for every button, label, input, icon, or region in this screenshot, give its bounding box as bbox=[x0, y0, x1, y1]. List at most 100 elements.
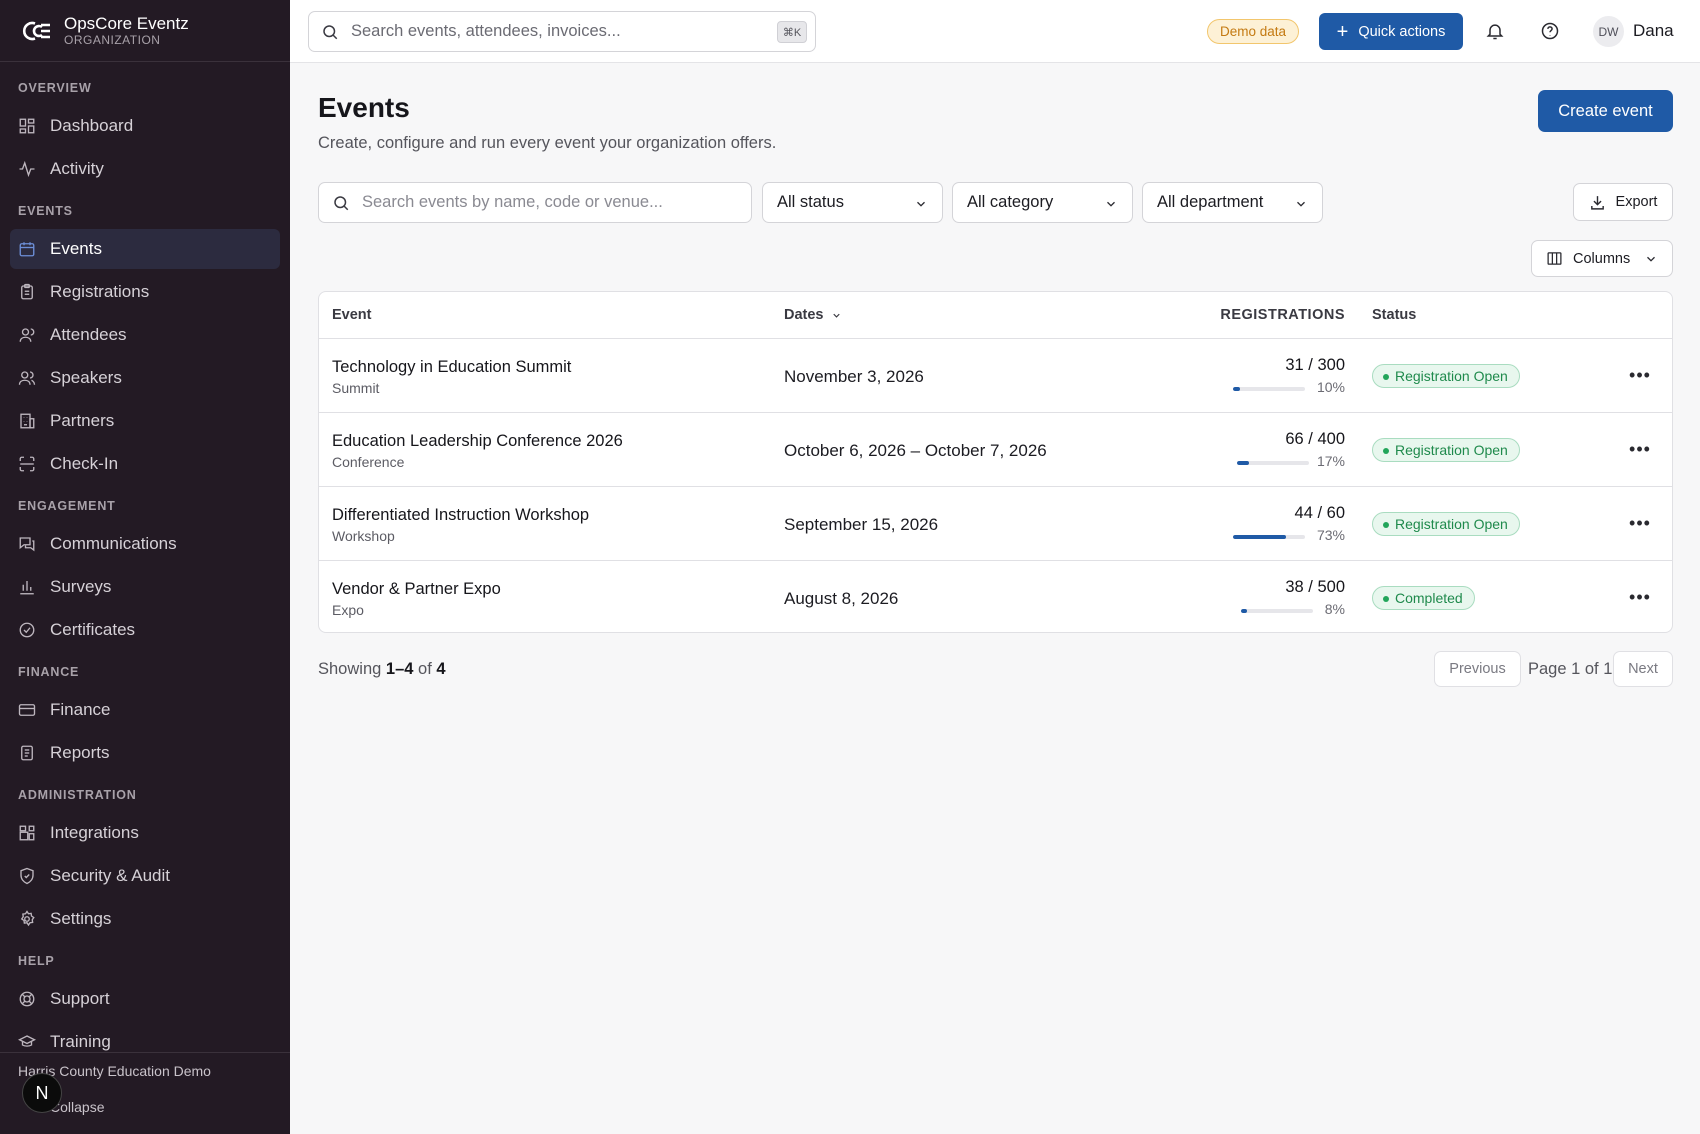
registration-count: 31 / 300 bbox=[1285, 356, 1345, 374]
sidebar-item-dashboard[interactable]: Dashboard bbox=[10, 106, 280, 146]
previous-button[interactable]: Previous bbox=[1434, 651, 1521, 687]
bar-chart-icon bbox=[20, 581, 34, 595]
columns-button[interactable]: Columns bbox=[1531, 240, 1673, 277]
help-icon[interactable] bbox=[1540, 21, 1560, 41]
sidebar-item-label: Finance bbox=[50, 700, 111, 719]
sidebar-item-support[interactable]: Support bbox=[10, 979, 280, 1019]
demo-data-badge: Demo data bbox=[1207, 19, 1300, 44]
quick-actions-button[interactable]: + Quick actions bbox=[1319, 13, 1463, 50]
graduation-cap-icon bbox=[18, 1035, 36, 1047]
columns-label: Columns bbox=[1573, 250, 1631, 267]
report-icon bbox=[21, 745, 33, 761]
department-select[interactable]: All department bbox=[1142, 182, 1323, 223]
credit-card-icon bbox=[18, 704, 36, 716]
sidebar-item-label: Support bbox=[50, 989, 110, 1008]
event-category: Summit bbox=[332, 380, 380, 396]
sidebar-item-speakers[interactable]: Speakers bbox=[10, 358, 280, 398]
event-name[interactable]: Differentiated Instruction Workshop bbox=[332, 506, 589, 525]
category-select[interactable]: All category bbox=[952, 182, 1133, 223]
sidebar-item-surveys[interactable]: Surveys bbox=[10, 567, 280, 607]
event-search[interactable] bbox=[318, 182, 752, 223]
table-row[interactable]: Differentiated Instruction Workshop Work… bbox=[319, 487, 1672, 561]
column-header-dates-label: Dates bbox=[784, 307, 824, 323]
table-header: Event Dates REGISTRATIONS Status bbox=[319, 292, 1672, 339]
topbar: ⌘K Demo data + Quick actions DW Dana bbox=[290, 0, 1700, 63]
scan-icon bbox=[19, 456, 35, 472]
table-row[interactable]: Education Leadership Conference 2026 Con… bbox=[319, 413, 1672, 487]
status-select[interactable]: All status bbox=[762, 182, 943, 223]
n-badge[interactable]: N bbox=[22, 1073, 62, 1113]
sidebar-item-activity[interactable]: Activity bbox=[10, 149, 280, 189]
event-search-input[interactable] bbox=[362, 193, 742, 212]
showing-total: 4 bbox=[436, 660, 446, 678]
sidebar-item-settings[interactable]: Settings bbox=[10, 899, 280, 939]
registration-progress-fill bbox=[1233, 387, 1241, 391]
sidebar-item-label: Integrations bbox=[50, 823, 139, 842]
event-dates: August 8, 2026 bbox=[784, 589, 899, 608]
pagination-summary: Showing 1–4 of 4 bbox=[318, 660, 446, 679]
sidebar-item-label: Training bbox=[50, 1032, 111, 1051]
column-header-registrations[interactable]: REGISTRATIONS bbox=[1220, 307, 1345, 323]
search-icon bbox=[334, 195, 349, 210]
sidebar: OpsCore Eventz ORGANIZATION OVERVIEW Das… bbox=[0, 0, 290, 1134]
column-header-status[interactable]: Status bbox=[1372, 307, 1416, 323]
status-badge: Registration Open bbox=[1372, 438, 1520, 462]
shortcut-hint: ⌘K bbox=[777, 21, 807, 43]
more-actions-icon[interactable]: ••• bbox=[1629, 365, 1650, 385]
column-header-event[interactable]: Event bbox=[332, 307, 372, 323]
sidebar-item-integrations[interactable]: Integrations bbox=[10, 813, 280, 853]
sidebar-item-security-audit[interactable]: Security & Audit bbox=[10, 856, 280, 896]
page-description: Create, configure and run every event yo… bbox=[318, 134, 777, 152]
sidebar-item-reports[interactable]: Reports bbox=[10, 733, 280, 773]
sidebar-item-check-in[interactable]: Check-In bbox=[10, 444, 280, 484]
bell-icon[interactable] bbox=[1485, 21, 1505, 41]
sidebar-item-label: Registrations bbox=[50, 282, 150, 301]
sidebar-item-attendees[interactable]: Attendees bbox=[10, 315, 280, 355]
nav-section-administration: ADMINISTRATION bbox=[18, 788, 137, 802]
sidebar-item-label: Communications bbox=[50, 534, 177, 553]
brand-logo-icon bbox=[18, 17, 54, 45]
registration-progress bbox=[1233, 535, 1305, 539]
sidebar-item-label: Events bbox=[50, 239, 102, 258]
more-actions-icon[interactable]: ••• bbox=[1629, 439, 1650, 459]
sidebar-item-communications[interactable]: Communications bbox=[10, 524, 280, 564]
sidebar-nav: OVERVIEW Dashboard Activity EVENTS Event… bbox=[0, 62, 290, 1062]
table-row[interactable]: Vendor & Partner Expo Expo August 8, 202… bbox=[319, 561, 1672, 632]
event-category: Workshop bbox=[332, 528, 395, 544]
sidebar-item-finance[interactable]: Finance bbox=[10, 690, 280, 730]
more-actions-icon[interactable]: ••• bbox=[1629, 587, 1650, 607]
status-badge: Completed bbox=[1372, 586, 1475, 610]
more-actions-icon[interactable]: ••• bbox=[1629, 513, 1650, 533]
registration-progress bbox=[1241, 609, 1313, 613]
nav-section-events: EVENTS bbox=[18, 204, 73, 218]
nav-section-overview: OVERVIEW bbox=[18, 81, 92, 95]
columns-icon bbox=[1547, 252, 1562, 265]
sidebar-item-certificates[interactable]: Certificates bbox=[10, 610, 280, 650]
registration-progress bbox=[1233, 387, 1305, 391]
sidebar-item-registrations[interactable]: Registrations bbox=[10, 272, 280, 312]
lifebuoy-icon bbox=[19, 991, 35, 1007]
sidebar-item-partners[interactable]: Partners bbox=[10, 401, 280, 441]
showing-of: of bbox=[418, 660, 432, 678]
create-event-button[interactable]: Create event bbox=[1538, 90, 1673, 132]
registration-count: 66 / 400 bbox=[1285, 430, 1345, 448]
table-row[interactable]: Technology in Education Summit Summit No… bbox=[319, 339, 1672, 413]
chevron-down-icon bbox=[1297, 201, 1305, 207]
registration-percent: 10% bbox=[1316, 379, 1345, 395]
sidebar-item-events[interactable]: Events bbox=[10, 229, 280, 269]
user-name[interactable]: Dana bbox=[1633, 21, 1674, 41]
global-search-input[interactable] bbox=[351, 22, 751, 41]
registration-progress-fill bbox=[1237, 461, 1250, 465]
avatar[interactable]: DW bbox=[1593, 16, 1624, 47]
sort-chevron-icon bbox=[832, 313, 840, 318]
event-name[interactable]: Technology in Education Summit bbox=[332, 358, 571, 377]
event-name[interactable]: Vendor & Partner Expo bbox=[332, 580, 501, 599]
column-header-dates[interactable]: Dates bbox=[784, 307, 842, 323]
calendar-icon bbox=[19, 242, 35, 257]
registration-progress-fill bbox=[1233, 535, 1286, 539]
brand[interactable]: OpsCore Eventz ORGANIZATION bbox=[0, 0, 290, 62]
next-button[interactable]: Next bbox=[1613, 651, 1673, 687]
event-name[interactable]: Education Leadership Conference 2026 bbox=[332, 432, 623, 451]
global-search[interactable]: ⌘K bbox=[308, 11, 816, 52]
export-button[interactable]: Export bbox=[1573, 183, 1673, 221]
